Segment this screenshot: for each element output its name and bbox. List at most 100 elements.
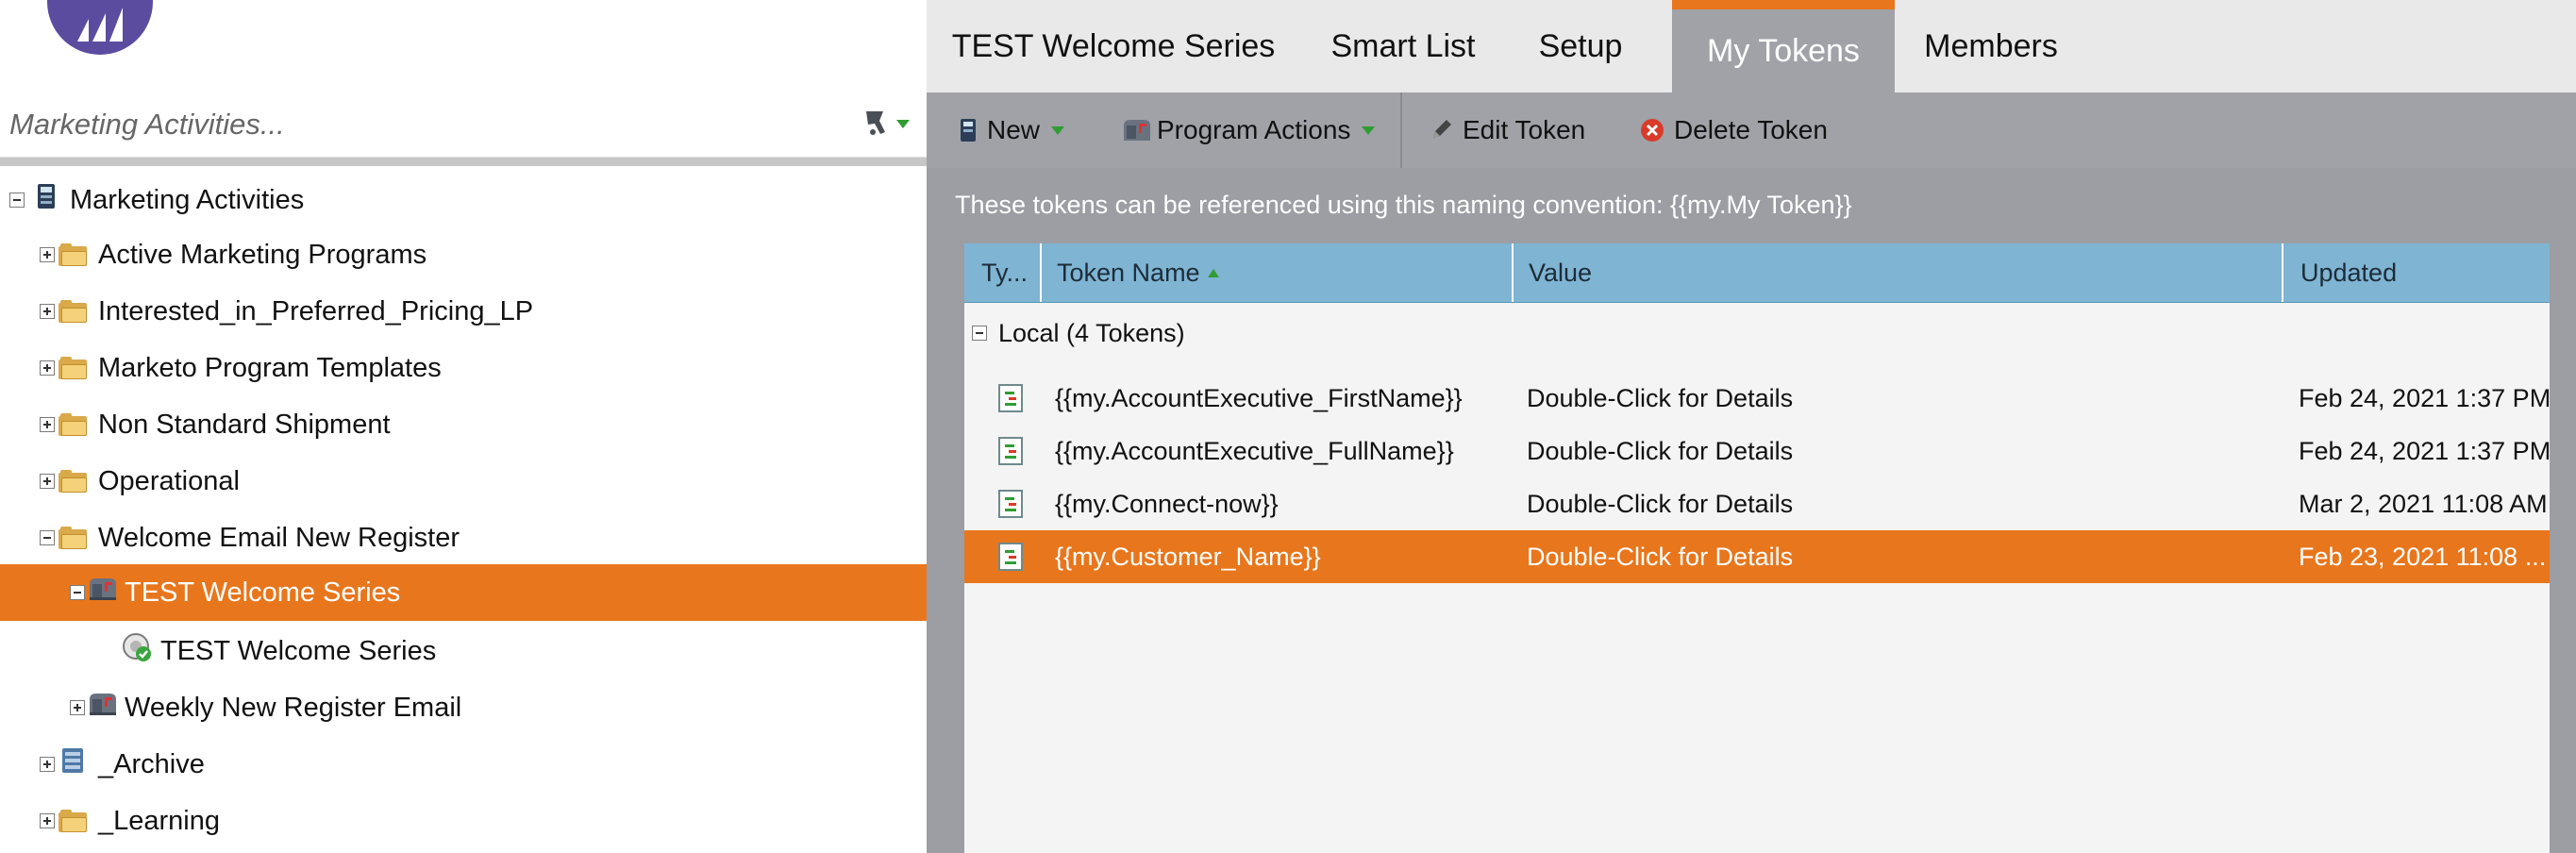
tree-item[interactable]: Non Standard Shipment xyxy=(0,397,927,452)
folder-icon xyxy=(59,413,87,436)
text-token-icon xyxy=(998,425,1023,477)
token-row[interactable]: {{my.Connect-now}} Double-Click for Deta… xyxy=(964,477,2550,530)
email-program-icon xyxy=(87,690,119,726)
tree-item-label: _Learning xyxy=(98,805,220,836)
expand-icon[interactable] xyxy=(40,474,55,489)
folder-icon xyxy=(59,300,87,323)
expand-icon[interactable] xyxy=(40,360,55,376)
edit-token-button[interactable]: Edit Token xyxy=(1429,92,1585,168)
token-name: {{my.Customer_Name}} xyxy=(1055,542,1321,571)
folder-icon xyxy=(59,810,87,832)
tree-item-label: _Archive xyxy=(98,748,205,779)
tab-members[interactable]: Members xyxy=(1895,0,2087,92)
expand-icon[interactable] xyxy=(70,700,85,715)
program-actions-button[interactable]: Program Actions xyxy=(1121,92,1376,168)
new-button[interactable]: New xyxy=(959,92,1065,168)
group-row-local[interactable]: Local (4 Tokens) xyxy=(964,302,2550,364)
grid-header: Ty... Token Name Value Updated xyxy=(964,243,2550,303)
token-toolbar: New Program Actions Edit Token Delete To… xyxy=(927,92,2576,168)
text-token-icon xyxy=(998,530,1023,583)
marketing-activities-panel: Marketing Activities Active Marketing Pr… xyxy=(0,0,927,853)
tab-smart-list[interactable]: Smart List xyxy=(1300,0,1506,92)
tree-item-selected[interactable]: TEST Welcome Series xyxy=(0,564,927,621)
tab-setup[interactable]: Setup xyxy=(1506,0,1655,92)
tree-item[interactable]: Marketo Program Templates xyxy=(0,341,927,395)
token-name: {{my.Connect-now}} xyxy=(1055,489,1279,518)
marketing-activities-icon xyxy=(36,182,59,218)
token-value: Double-Click for Details xyxy=(1527,489,1794,518)
tree-item-label: TEST Welcome Series xyxy=(160,635,437,666)
folder-icon xyxy=(59,357,87,379)
tree-item[interactable]: _Learning xyxy=(0,794,927,848)
search-filter-icon[interactable] xyxy=(862,108,891,140)
tree-item-label: TEST Welcome Series xyxy=(125,577,401,608)
tree-item-label: Weekly New Register Email xyxy=(125,692,462,723)
token-updated: Mar 2, 2021 11:08 AM xyxy=(2299,489,2548,518)
column-token-name[interactable]: Token Name xyxy=(1042,243,1514,302)
tree-item[interactable]: Operational xyxy=(0,454,927,509)
tree-item[interactable]: Welcome Email New Register xyxy=(0,510,927,565)
collapse-icon[interactable] xyxy=(40,530,55,545)
token-updated: Feb 24, 2021 1:37 PM xyxy=(2299,383,2551,412)
chevron-down-icon[interactable] xyxy=(896,119,910,128)
text-token-icon xyxy=(998,477,1023,530)
token-value: Double-Click for Details xyxy=(1527,383,1794,412)
toolbar-divider xyxy=(1400,92,1402,168)
tab-my-tokens[interactable]: My Tokens xyxy=(1672,0,1895,92)
tree-item-label: Non Standard Shipment xyxy=(98,409,391,440)
expand-icon[interactable] xyxy=(40,247,55,262)
tree-item[interactable]: _Archive xyxy=(0,737,927,792)
expand-icon[interactable] xyxy=(40,757,55,772)
token-naming-hint: These tokens can be referenced using thi… xyxy=(955,191,1852,219)
text-token-icon xyxy=(998,372,1023,425)
folder-icon xyxy=(59,243,87,266)
tree-item-label: Marketo Program Templates xyxy=(98,352,442,383)
tree-search xyxy=(0,94,927,159)
new-icon xyxy=(961,119,976,142)
column-updated[interactable]: Updated xyxy=(2283,243,2550,302)
tree-item-label: Welcome Email New Register xyxy=(98,522,460,553)
email-program-icon xyxy=(87,575,119,610)
program-actions-icon xyxy=(1124,120,1150,141)
archive-icon xyxy=(59,746,87,782)
tree-item[interactable]: Weekly New Register Email xyxy=(0,680,927,735)
expand-icon[interactable] xyxy=(40,304,55,319)
expand-icon[interactable] xyxy=(40,417,55,432)
program-tabs: TEST Welcome Series Smart List Setup My … xyxy=(927,0,2576,92)
token-row[interactable]: {{my.AccountExecutive_FullName}} Double-… xyxy=(964,425,2551,477)
sort-ascending-icon xyxy=(1207,268,1219,277)
collapse-icon[interactable] xyxy=(972,326,987,341)
delete-icon xyxy=(1641,119,1664,142)
folder-icon xyxy=(59,470,87,493)
token-updated: Feb 23, 2021 11:08 ... xyxy=(2299,542,2547,571)
tree-item[interactable]: Interested_in_Preferred_Pricing_LP xyxy=(0,284,927,339)
tree-item-label: Marketing Activities xyxy=(70,184,305,215)
program-detail-panel: TEST Welcome Series Smart List Setup My … xyxy=(927,0,2576,853)
tree-item[interactable]: TEST Welcome Series xyxy=(0,624,927,678)
expand-icon[interactable] xyxy=(40,813,55,828)
token-name: {{my.AccountExecutive_FirstName}} xyxy=(1055,383,1463,412)
column-type[interactable]: Ty... xyxy=(964,243,1042,302)
collapse-icon[interactable] xyxy=(70,585,85,600)
folder-icon xyxy=(59,527,87,549)
token-row[interactable]: {{my.AccountExecutive_FirstName}} Double… xyxy=(964,372,2551,425)
tree-item-label: Interested_in_Preferred_Pricing_LP xyxy=(98,295,534,326)
chevron-down-icon xyxy=(1051,125,1065,135)
tree-item-label: Active Marketing Programs xyxy=(98,239,427,270)
tree-item[interactable]: Marketing Activities xyxy=(0,173,927,227)
delete-token-button[interactable]: Delete Token xyxy=(1638,92,1828,168)
tokens-grid: Ty... Token Name Value Updated Local (4 … xyxy=(964,243,2551,853)
search-filter-control[interactable] xyxy=(862,108,910,140)
logo-mark-icon xyxy=(77,8,123,42)
panel-divider xyxy=(0,158,927,166)
tokens-content: These tokens can be referenced using thi… xyxy=(927,168,2576,853)
token-value: Double-Click for Details xyxy=(1527,436,1794,465)
search-input[interactable] xyxy=(9,104,840,145)
tree-item[interactable]: Active Marketing Programs xyxy=(0,227,927,282)
token-row-selected[interactable]: {{my.Customer_Name}} Double-Click for De… xyxy=(964,530,2550,583)
collapse-icon[interactable] xyxy=(9,192,25,208)
column-value[interactable]: Value xyxy=(1514,243,2283,302)
email-program-status-icon xyxy=(121,631,153,671)
token-updated: Feb 24, 2021 1:37 PM xyxy=(2299,436,2551,465)
tab-test-welcome-series[interactable]: TEST Welcome Series xyxy=(927,0,1300,92)
